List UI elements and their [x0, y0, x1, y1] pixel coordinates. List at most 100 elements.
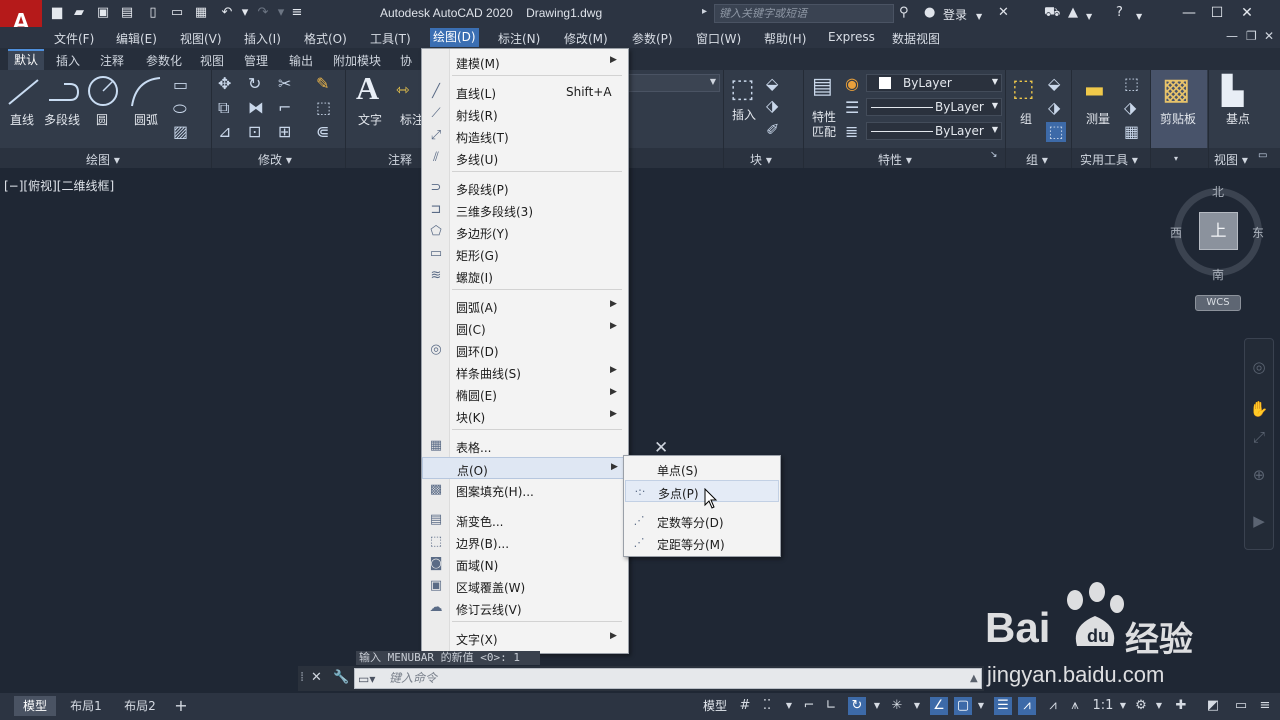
fillet-icon[interactable]: ⌐: [278, 98, 291, 117]
layout-tab-layout1[interactable]: 布局1: [64, 696, 108, 716]
isodraft-dropdown-icon[interactable]: ▼: [908, 697, 926, 715]
menu-item-polygon[interactable]: ⬠ 多边形(Y): [422, 221, 628, 243]
menu-data-view[interactable]: 数据视图: [892, 30, 940, 47]
zoom-extents-icon[interactable]: ⤢: [1249, 428, 1269, 448]
group-select-icon[interactable]: ⬚: [1046, 122, 1066, 142]
menu-view[interactable]: 视图(V): [180, 30, 222, 47]
tab-parametric[interactable]: 参数化: [146, 52, 182, 69]
line-tool-label[interactable]: 直线: [10, 111, 34, 128]
menu-parametric[interactable]: 参数(P): [632, 30, 673, 47]
rectangle-tool-icon[interactable]: ▭: [173, 75, 188, 94]
showmotion-icon[interactable]: ▶: [1249, 512, 1269, 532]
search-expand-icon[interactable]: ▸: [702, 6, 707, 17]
circle-tool-icon[interactable]: [86, 74, 120, 108]
login-label[interactable]: 登录: [943, 6, 967, 23]
match-properties-label[interactable]: 特性 匹配: [812, 110, 836, 140]
text-tool-label[interactable]: 文字: [358, 111, 382, 128]
undo-dropdown-icon[interactable]: ▾: [236, 5, 254, 21]
scale-icon[interactable]: ⊡: [248, 122, 261, 141]
match-properties-icon[interactable]: ▤: [812, 74, 833, 99]
orbit-icon[interactable]: ⊕: [1249, 466, 1269, 486]
customize-qa-icon[interactable]: ≡: [288, 5, 306, 21]
panel-launcher-icon[interactable]: ↘: [990, 150, 998, 160]
snap-icon[interactable]: ⁚⁚: [758, 697, 776, 715]
menu-help[interactable]: 帮助(H): [764, 30, 806, 47]
insert-block-label[interactable]: 插入: [732, 106, 756, 123]
base-point-icon[interactable]: ▙: [1222, 74, 1244, 107]
polar-tracking-icon[interactable]: ↻: [848, 697, 866, 715]
array-icon[interactable]: ⊞: [278, 122, 291, 141]
draw-panel-title[interactable]: 绘图 ▾: [86, 151, 120, 168]
annotation-plus-icon[interactable]: ✚: [1172, 697, 1190, 715]
ellipse-tool-icon[interactable]: ⬭: [173, 99, 187, 119]
ungroup-icon[interactable]: ⬙: [1048, 74, 1060, 93]
customize-wrench-icon[interactable]: 🔧: [333, 670, 349, 685]
menu-item-rectangle[interactable]: ▭ 矩形(G): [422, 243, 628, 265]
arc-tool-label[interactable]: 圆弧: [134, 111, 158, 128]
menu-edit[interactable]: 编辑(E): [116, 30, 157, 47]
base-point-label[interactable]: 基点: [1226, 110, 1250, 127]
submenu-item-single-point[interactable]: 单点(S): [625, 458, 779, 480]
workspace-gear-icon[interactable]: ⚙: [1132, 697, 1150, 715]
command-input[interactable]: 键入命令: [354, 668, 982, 689]
save-as-icon[interactable]: ▤: [118, 5, 136, 21]
menu-item-polyline[interactable]: ⊃ 多段线(P): [422, 177, 628, 199]
menu-item-3dpolyline[interactable]: ⊐ 三维多段线(3): [422, 199, 628, 221]
menu-item-line[interactable]: ╱ 直线(L) Shift+A: [422, 81, 628, 103]
annotation-monitor-icon[interactable]: ⩚: [1066, 697, 1084, 715]
menu-item-ray[interactable]: ⟋ 射线(R): [422, 103, 628, 125]
view-panel-title[interactable]: 视图 ▾: [1214, 151, 1248, 168]
menu-express[interactable]: Express: [828, 30, 875, 44]
layout-tab-model[interactable]: 模型: [14, 696, 56, 716]
snap-dropdown-icon[interactable]: ▼: [780, 697, 798, 715]
lineweight-icon[interactable]: ≣: [845, 122, 858, 141]
command-expand-icon[interactable]: ▲: [970, 673, 978, 684]
tab-annotate[interactable]: 注释: [100, 52, 124, 69]
measure-icon[interactable]: ▬: [1084, 78, 1105, 103]
polyline-tool-icon[interactable]: [46, 76, 82, 108]
submenu-item-measure[interactable]: ⋰ 定距等分(M): [625, 532, 779, 554]
hatch-tool-icon[interactable]: ▨: [173, 122, 188, 141]
save-to-web-icon[interactable]: ▭: [168, 5, 186, 21]
ortho-icon[interactable]: ∟: [822, 697, 840, 715]
menu-file[interactable]: 文件(F): [54, 30, 94, 47]
properties-panel-title[interactable]: 特性 ▾: [878, 151, 912, 168]
close-window-icon[interactable]: ✕: [1236, 3, 1258, 23]
scale-dropdown-icon[interactable]: ▼: [1114, 697, 1132, 715]
move-icon[interactable]: ✥: [218, 74, 231, 93]
open-from-web-icon[interactable]: ▯: [144, 5, 162, 21]
tab-output[interactable]: 输出: [289, 52, 313, 69]
tab-default[interactable]: 默认: [8, 49, 45, 70]
quick-select-icon[interactable]: ⬗: [1124, 98, 1136, 117]
group-edit-icon[interactable]: ⬗: [1048, 98, 1060, 117]
menu-item-circle[interactable]: 圆(C) ▶: [422, 317, 628, 339]
command-recent-icon[interactable]: ▭▾: [358, 672, 375, 686]
viewcube-top-face[interactable]: 上: [1199, 212, 1238, 250]
redo-icon[interactable]: ↷: [254, 5, 272, 21]
annotation-scale[interactable]: 1:1: [1090, 697, 1116, 715]
menu-window[interactable]: 窗口(W): [696, 30, 741, 47]
menu-item-arc[interactable]: 圆弧(A) ▶: [422, 295, 628, 317]
menu-item-region[interactable]: ◙ 面域(N): [422, 553, 628, 575]
edit-block-icon[interactable]: ⬗: [766, 96, 778, 115]
viewport-controls[interactable]: [−][俯视][二维线框]: [4, 177, 114, 194]
lineweight-toggle-icon[interactable]: ☰: [994, 697, 1012, 715]
customize-statusbar-icon[interactable]: ≡: [1256, 697, 1274, 715]
color-wheel-icon[interactable]: ◉: [845, 74, 859, 93]
annotation-visibility-icon[interactable]: ⩘: [1018, 697, 1036, 715]
clipboard-panel-title[interactable]: ▾: [1174, 154, 1178, 163]
menu-item-boundary[interactable]: ⬚ 边界(B)...: [422, 531, 628, 553]
line-tool-icon[interactable]: [6, 76, 42, 108]
binoculars-icon[interactable]: ⚲: [899, 5, 909, 21]
exchange-apps-icon[interactable]: ✕: [998, 5, 1009, 21]
steering-wheel-icon[interactable]: ◎: [1249, 358, 1269, 378]
trim-icon[interactable]: ✂: [278, 74, 291, 93]
menu-item-spline[interactable]: 样条曲线(S) ▶: [422, 361, 628, 383]
dimension-tool-icon[interactable]: ⇿: [396, 80, 409, 99]
copy-icon[interactable]: ⧉: [218, 98, 229, 118]
linetype-icon[interactable]: ☰: [845, 98, 859, 117]
minimize-icon[interactable]: —: [1178, 3, 1200, 23]
menu-draw[interactable]: 绘图(D): [430, 28, 479, 47]
group-panel-title[interactable]: 组 ▾: [1026, 151, 1048, 168]
layer-dropdown[interactable]: ▼: [628, 74, 720, 92]
